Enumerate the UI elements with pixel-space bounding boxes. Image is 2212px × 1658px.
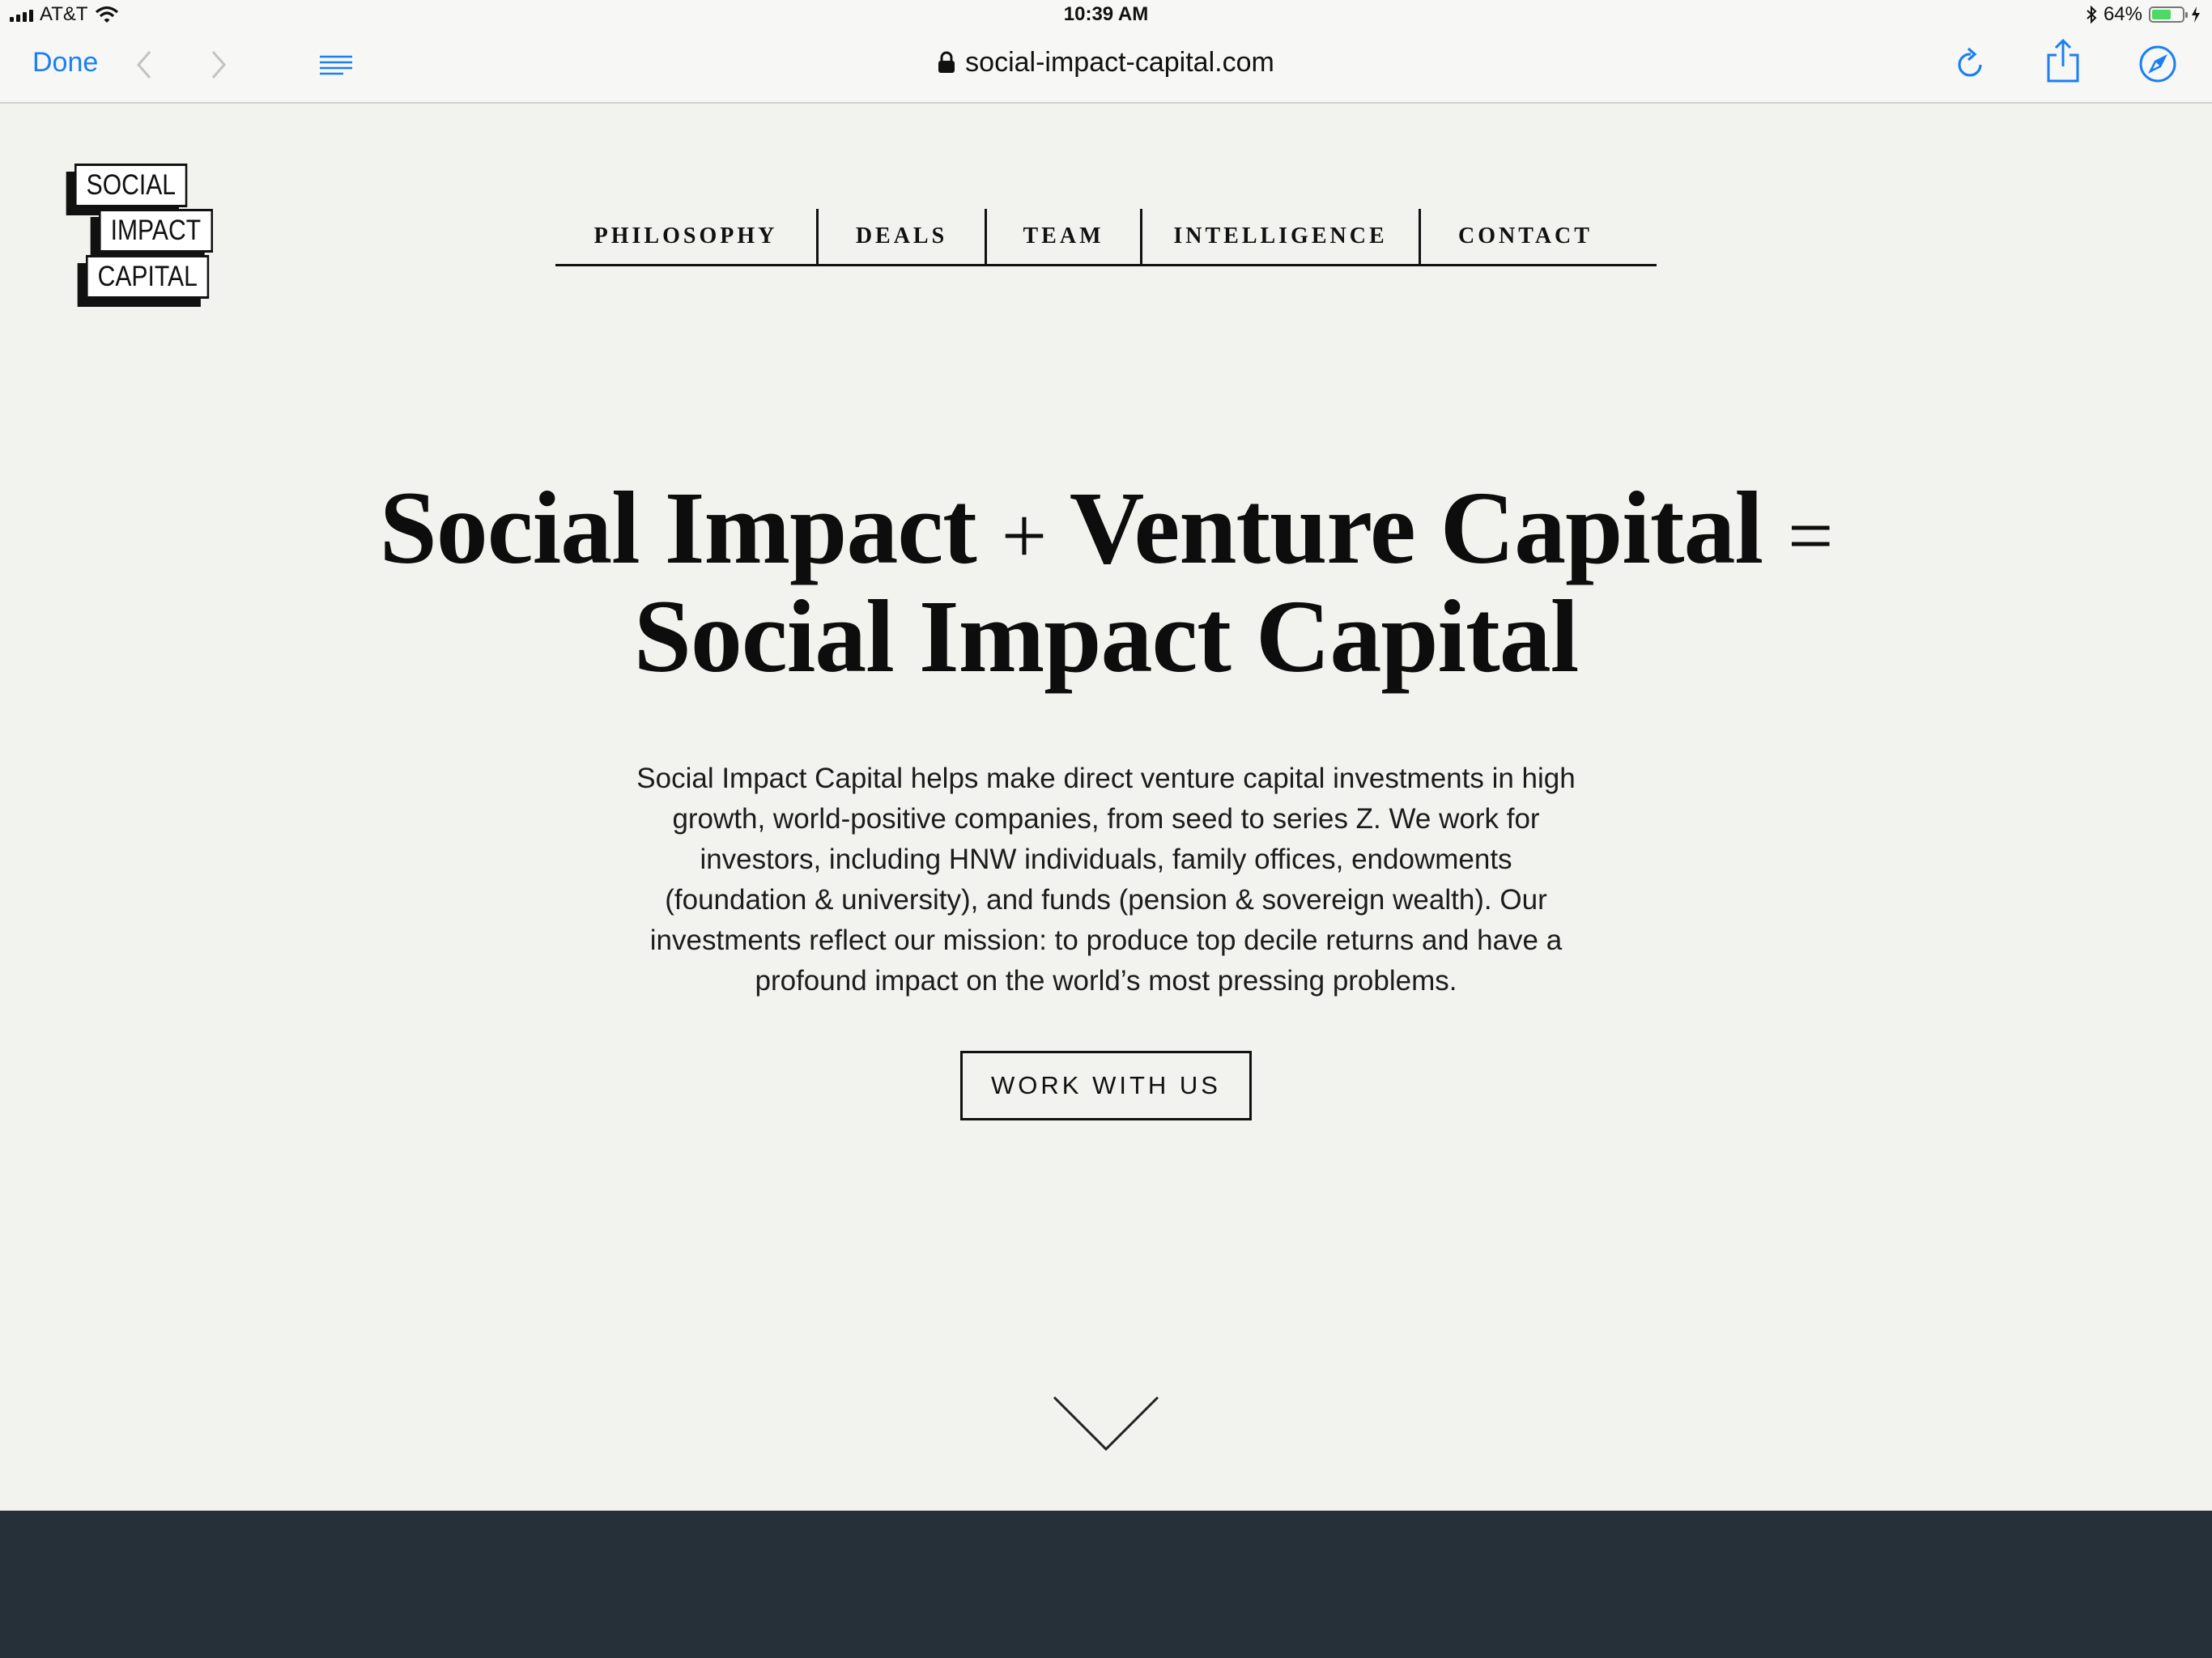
charging-icon — [2192, 6, 2200, 23]
url-text: social-impact-capital.com — [965, 47, 1274, 78]
main-nav: PHILOSOPHY DEALS TEAM INTELLIGENCE CONTA… — [555, 209, 1657, 266]
status-right: 64% — [2086, 3, 2201, 26]
nav-item-deals[interactable]: DEALS — [816, 209, 985, 264]
reload-icon[interactable] — [1953, 45, 1989, 84]
nav-item-team[interactable]: TEAM — [985, 209, 1140, 264]
battery-icon — [2149, 6, 2188, 23]
hero-title-part1: Social Impact — [379, 470, 977, 585]
hero-title-line2: Social Impact Capital — [633, 579, 1580, 694]
logo-line-impact: IMPACT — [99, 209, 213, 253]
status-time: 10:39 AM — [1063, 3, 1149, 25]
compass-icon[interactable] — [2138, 44, 2178, 84]
nav-item-philosophy[interactable]: PHILOSOPHY — [555, 209, 816, 264]
hero-description: Social Impact Capital helps make direct … — [636, 763, 1576, 997]
browser-toolbar: Done social-impact-capital.com — [0, 32, 2212, 104]
share-icon[interactable] — [2045, 39, 2081, 84]
address-bar[interactable]: social-impact-capital.com — [0, 47, 2212, 79]
bluetooth-icon — [2087, 6, 2097, 23]
hero-title: Social Impact + Venture Capital = Social… — [0, 476, 2212, 688]
hero-title-equals: = — [1788, 491, 1833, 580]
hero-title-part2: Venture Capital — [1069, 470, 1763, 585]
next-section-band — [0, 1511, 2212, 1658]
nav-item-contact[interactable]: CONTACT — [1419, 209, 1657, 264]
status-bar: AT&T 10:39 AM 64% — [0, 0, 2212, 32]
hero-title-plus: + — [1001, 491, 1047, 580]
work-with-us-button[interactable]: WORK WITH US — [960, 1051, 1252, 1120]
battery-fill — [2152, 10, 2172, 19]
logo-line-social: SOCIAL — [74, 164, 188, 207]
logo-line-capital: CAPITAL — [86, 255, 210, 299]
battery-percent: 64% — [2103, 3, 2142, 25]
nav-item-intelligence[interactable]: INTELLIGENCE — [1140, 209, 1419, 264]
chevron-down-icon[interactable] — [1053, 1396, 1159, 1452]
lock-icon — [938, 51, 955, 73]
site-logo[interactable]: SOCIAL IMPACT CAPITAL — [60, 160, 222, 314]
